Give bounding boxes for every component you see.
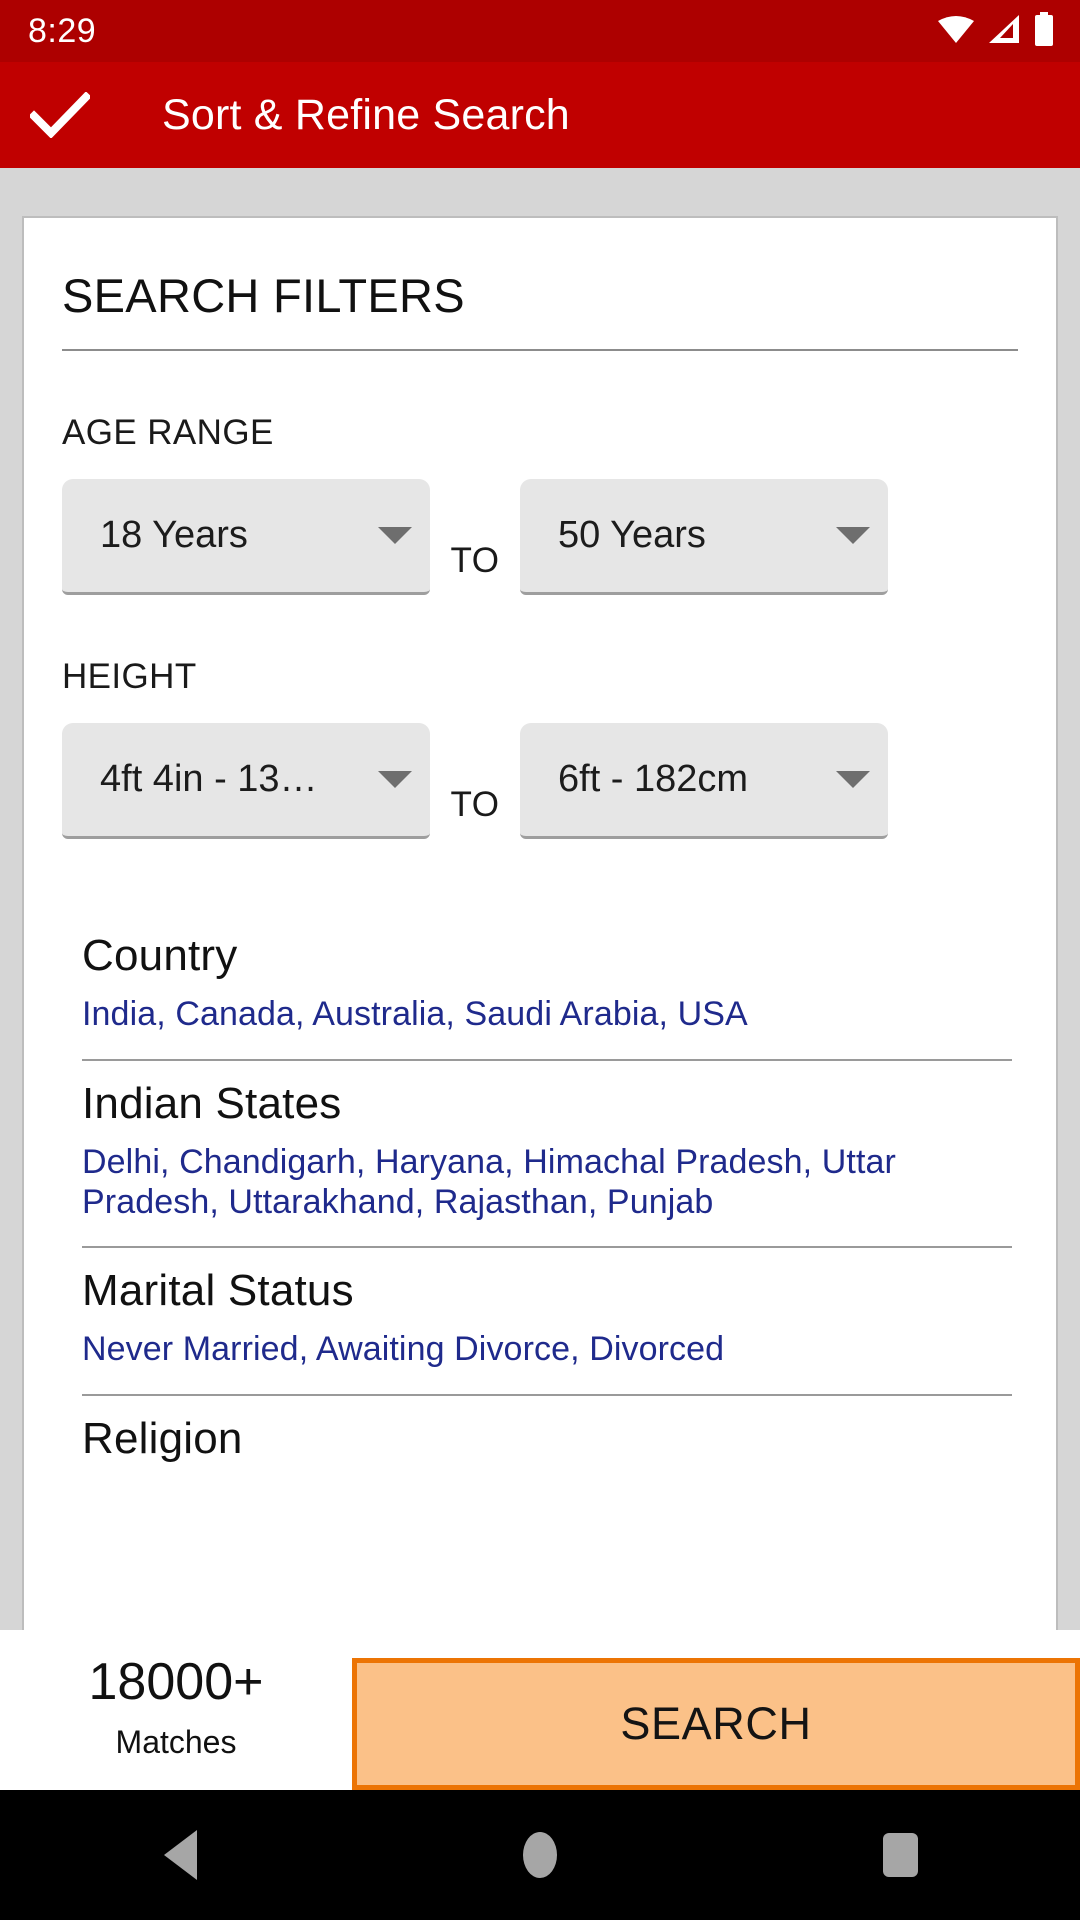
chevron-down-icon [378, 527, 412, 544]
android-nav-bar [0, 1790, 1080, 1920]
status-bar: 8:29 [0, 0, 1080, 62]
phone-screen: 8:29 Sort & Refine Search SEARCH FILTERS [0, 0, 1080, 1920]
filter-row-indian-states[interactable]: Indian States Delhi, Chandigarh, Haryana… [62, 1061, 1018, 1247]
card-heading: SEARCH FILTERS [62, 269, 465, 322]
filter-row-country[interactable]: Country India, Canada, Australia, Saudi … [62, 913, 1018, 1059]
home-circle-icon [523, 1832, 557, 1878]
status-bar-icons [938, 11, 1054, 51]
height-range-separator: TO [450, 785, 500, 824]
page-title: Sort & Refine Search [162, 90, 570, 139]
height-range-label: HEIGHT [62, 657, 197, 696]
age-range-row: 18 Years TO 50 Years [62, 479, 1018, 595]
filter-value: Never Married, Awaiting Divorce, Divorce… [82, 1330, 725, 1369]
search-button[interactable]: SEARCH [352, 1658, 1080, 1790]
wifi-icon [938, 14, 974, 49]
filter-label: Country [82, 931, 238, 980]
height-from-dropdown[interactable]: 4ft 4in - 13… [62, 723, 430, 839]
bottom-action-bar: 18000+ Matches SEARCH [0, 1630, 1080, 1790]
back-triangle-icon [163, 1830, 197, 1880]
height-to-dropdown[interactable]: 6ft - 182cm [520, 723, 888, 839]
matches-label: Matches [115, 1723, 237, 1760]
filter-value: Delhi, Chandigarh, Haryana, Himachal Pra… [82, 1142, 896, 1221]
filter-value [62, 1478, 1018, 1502]
confirm-check-button[interactable] [0, 92, 120, 138]
chevron-down-icon [836, 771, 870, 788]
nav-recents-button[interactable] [720, 1833, 1080, 1877]
search-filters-card: SEARCH FILTERS AGE RANGE 18 Years TO 50 … [22, 216, 1058, 1668]
height-from-value: 4ft 4in - 13… [100, 758, 318, 800]
recents-square-icon [882, 1833, 918, 1877]
age-range-separator: TO [450, 541, 500, 580]
filter-row-religion[interactable]: Religion [62, 1396, 1018, 1502]
chevron-down-icon [378, 771, 412, 788]
filter-row-marital-status[interactable]: Marital Status Never Married, Awaiting D… [62, 1248, 1018, 1394]
age-from-value: 18 Years [100, 514, 248, 556]
filter-label: Religion [82, 1414, 243, 1464]
chevron-down-icon [836, 527, 870, 544]
age-range-group: AGE RANGE 18 Years TO 50 Years [62, 351, 1018, 595]
age-from-dropdown[interactable]: 18 Years [62, 479, 430, 595]
age-range-label: AGE RANGE [62, 413, 274, 452]
age-to-value: 50 Years [558, 514, 706, 556]
height-to-value: 6ft - 182cm [558, 758, 749, 800]
status-bar-clock: 8:29 [28, 11, 97, 50]
cellular-signal-icon [987, 14, 1021, 49]
matches-count: 18000+ [88, 1653, 264, 1712]
filter-list: Country India, Canada, Australia, Saudi … [62, 839, 1018, 1502]
filter-value: India, Canada, Australia, Saudi Arabia, … [82, 995, 748, 1033]
height-range-row: 4ft 4in - 13… TO 6ft - 182cm [62, 723, 1018, 839]
filter-label: Marital Status [82, 1266, 354, 1316]
filter-label: Indian States [82, 1078, 342, 1128]
app-bar: Sort & Refine Search [0, 62, 1080, 168]
height-range-group: HEIGHT 4ft 4in - 13… TO 6ft - 182cm [62, 595, 1018, 839]
age-to-dropdown[interactable]: 50 Years [520, 479, 888, 595]
matches-summary: 18000+ Matches [0, 1630, 352, 1790]
nav-back-button[interactable] [0, 1830, 360, 1880]
battery-icon [1034, 11, 1054, 51]
nav-home-button[interactable] [360, 1832, 720, 1878]
